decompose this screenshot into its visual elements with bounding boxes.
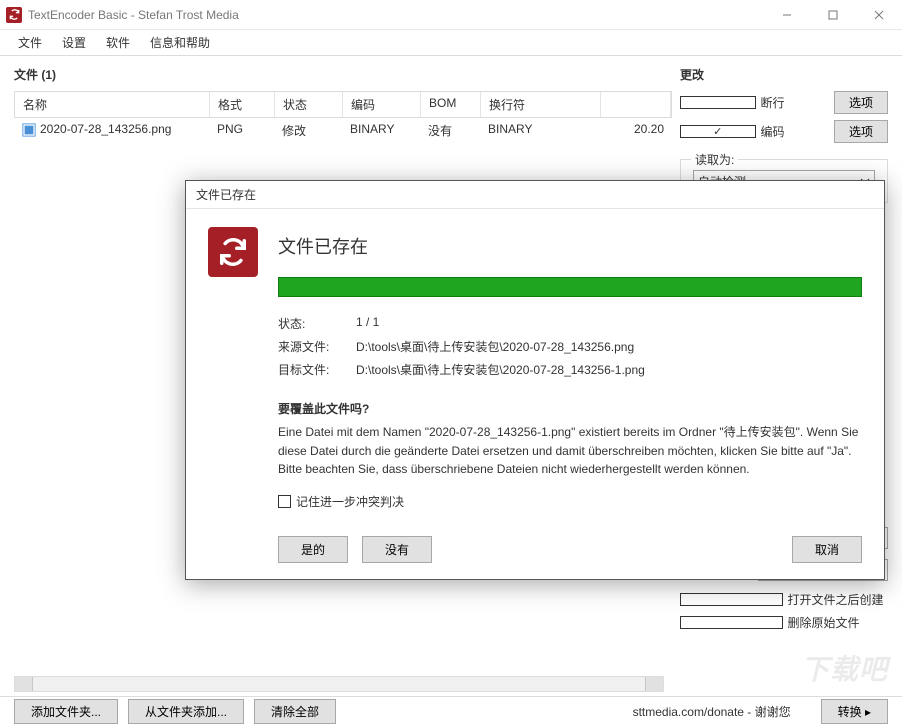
col-lb[interactable]: 换行符 <box>481 92 601 117</box>
titlebar: TextEncoder Basic - Stefan Trost Media <box>0 0 902 30</box>
col-bom[interactable]: BOM <box>421 92 481 117</box>
overwrite-question: 要覆盖此文件吗? <box>278 400 862 417</box>
close-button[interactable] <box>856 0 902 30</box>
linebreak-label: 断行 <box>761 94 835 111</box>
col-name[interactable]: 名称 <box>15 92 210 117</box>
dialog-heading: 文件已存在 <box>278 233 862 259</box>
cell-name: 2020-07-28_143256.png <box>40 122 171 136</box>
minimize-button[interactable] <box>764 0 810 30</box>
menu-settings[interactable]: 设置 <box>54 30 94 55</box>
cell-state: 修改 <box>274 118 342 143</box>
cancel-button[interactable]: 取消 <box>792 536 862 563</box>
state-value: 1 / 1 <box>356 315 379 332</box>
menu-software[interactable]: 软件 <box>98 30 138 55</box>
column-headers: 名称 格式 状态 编码 BOM 换行符 <box>14 91 672 118</box>
menu-help[interactable]: 信息和帮助 <box>142 30 218 55</box>
menubar: 文件 设置 软件 信息和帮助 <box>0 30 902 56</box>
dialog-titlebar[interactable]: 文件已存在 <box>186 181 884 209</box>
horizontal-scrollbar[interactable] <box>14 676 664 692</box>
file-icon <box>22 123 36 137</box>
change-header: 更改 <box>680 66 888 83</box>
scroll-left-button[interactable] <box>15 677 33 691</box>
bottombar: 添加文件夹... 从文件夹添加... 清除全部 sttmedia.com/don… <box>0 696 902 726</box>
maximize-button[interactable] <box>810 0 856 30</box>
add-files-button[interactable]: 添加文件夹... <box>14 699 118 724</box>
progress-bar <box>278 277 862 297</box>
refresh-icon <box>208 227 258 277</box>
app-icon <box>6 7 22 23</box>
encoding-checkbox[interactable] <box>680 125 756 138</box>
cell-bom: 没有 <box>420 118 480 143</box>
donate-text: sttmedia.com/donate - 谢谢您 <box>633 703 791 720</box>
cell-format: PNG <box>209 118 274 143</box>
linebreak-options-button[interactable]: 选项 <box>834 91 888 114</box>
file-list-header: 文件 (1) <box>14 66 672 83</box>
cell-enc: BINARY <box>342 118 420 143</box>
delete-orig-checkbox[interactable] <box>680 616 783 629</box>
col-enc[interactable]: 编码 <box>343 92 421 117</box>
read-as-legend: 读取为: <box>691 151 738 168</box>
overwrite-explanation: Eine Datei mit dem Namen "2020-07-28_143… <box>278 423 862 479</box>
cell-tail: 20.20 <box>600 118 672 143</box>
col-format[interactable]: 格式 <box>210 92 275 117</box>
convert-button[interactable]: 转换 ▸ <box>821 699 888 724</box>
source-value: D:\tools\桌面\待上传安装包\2020-07-28_143256.png <box>356 338 634 355</box>
add-from-folder-button[interactable]: 从文件夹添加... <box>128 699 244 724</box>
window-title: TextEncoder Basic - Stefan Trost Media <box>28 8 239 22</box>
source-key: 来源文件: <box>278 338 356 355</box>
delete-orig-label: 删除原始文件 <box>788 614 889 631</box>
file-exists-dialog: 文件已存在 文件已存在 状态:1 / 1 来源文件:D:\tools\桌面\待上… <box>185 180 885 580</box>
open-after-checkbox[interactable] <box>680 593 783 606</box>
dialog-title: 文件已存在 <box>196 186 256 203</box>
target-key: 目标文件: <box>278 361 356 378</box>
clear-all-button[interactable]: 清除全部 <box>254 699 336 724</box>
linebreak-checkbox[interactable] <box>680 96 756 109</box>
open-after-label: 打开文件之后创建 <box>788 591 889 608</box>
remember-label: 记住进一步冲突判决 <box>296 493 404 510</box>
remember-checkbox[interactable] <box>278 495 291 508</box>
no-button[interactable]: 没有 <box>362 536 432 563</box>
yes-button[interactable]: 是的 <box>278 536 348 563</box>
encoding-label: 编码 <box>761 123 835 140</box>
encoding-options-button[interactable]: 选项 <box>834 120 888 143</box>
window-controls <box>764 0 902 30</box>
menu-file[interactable]: 文件 <box>10 30 50 55</box>
table-row[interactable]: 2020-07-28_143256.png PNG 修改 BINARY 没有 B… <box>14 118 672 143</box>
col-tail[interactable] <box>601 92 671 117</box>
state-key: 状态: <box>278 315 356 332</box>
cell-lb: BINARY <box>480 118 600 143</box>
col-state[interactable]: 状态 <box>275 92 343 117</box>
target-value: D:\tools\桌面\待上传安装包\2020-07-28_143256-1.p… <box>356 361 645 378</box>
scroll-right-button[interactable] <box>645 677 663 691</box>
